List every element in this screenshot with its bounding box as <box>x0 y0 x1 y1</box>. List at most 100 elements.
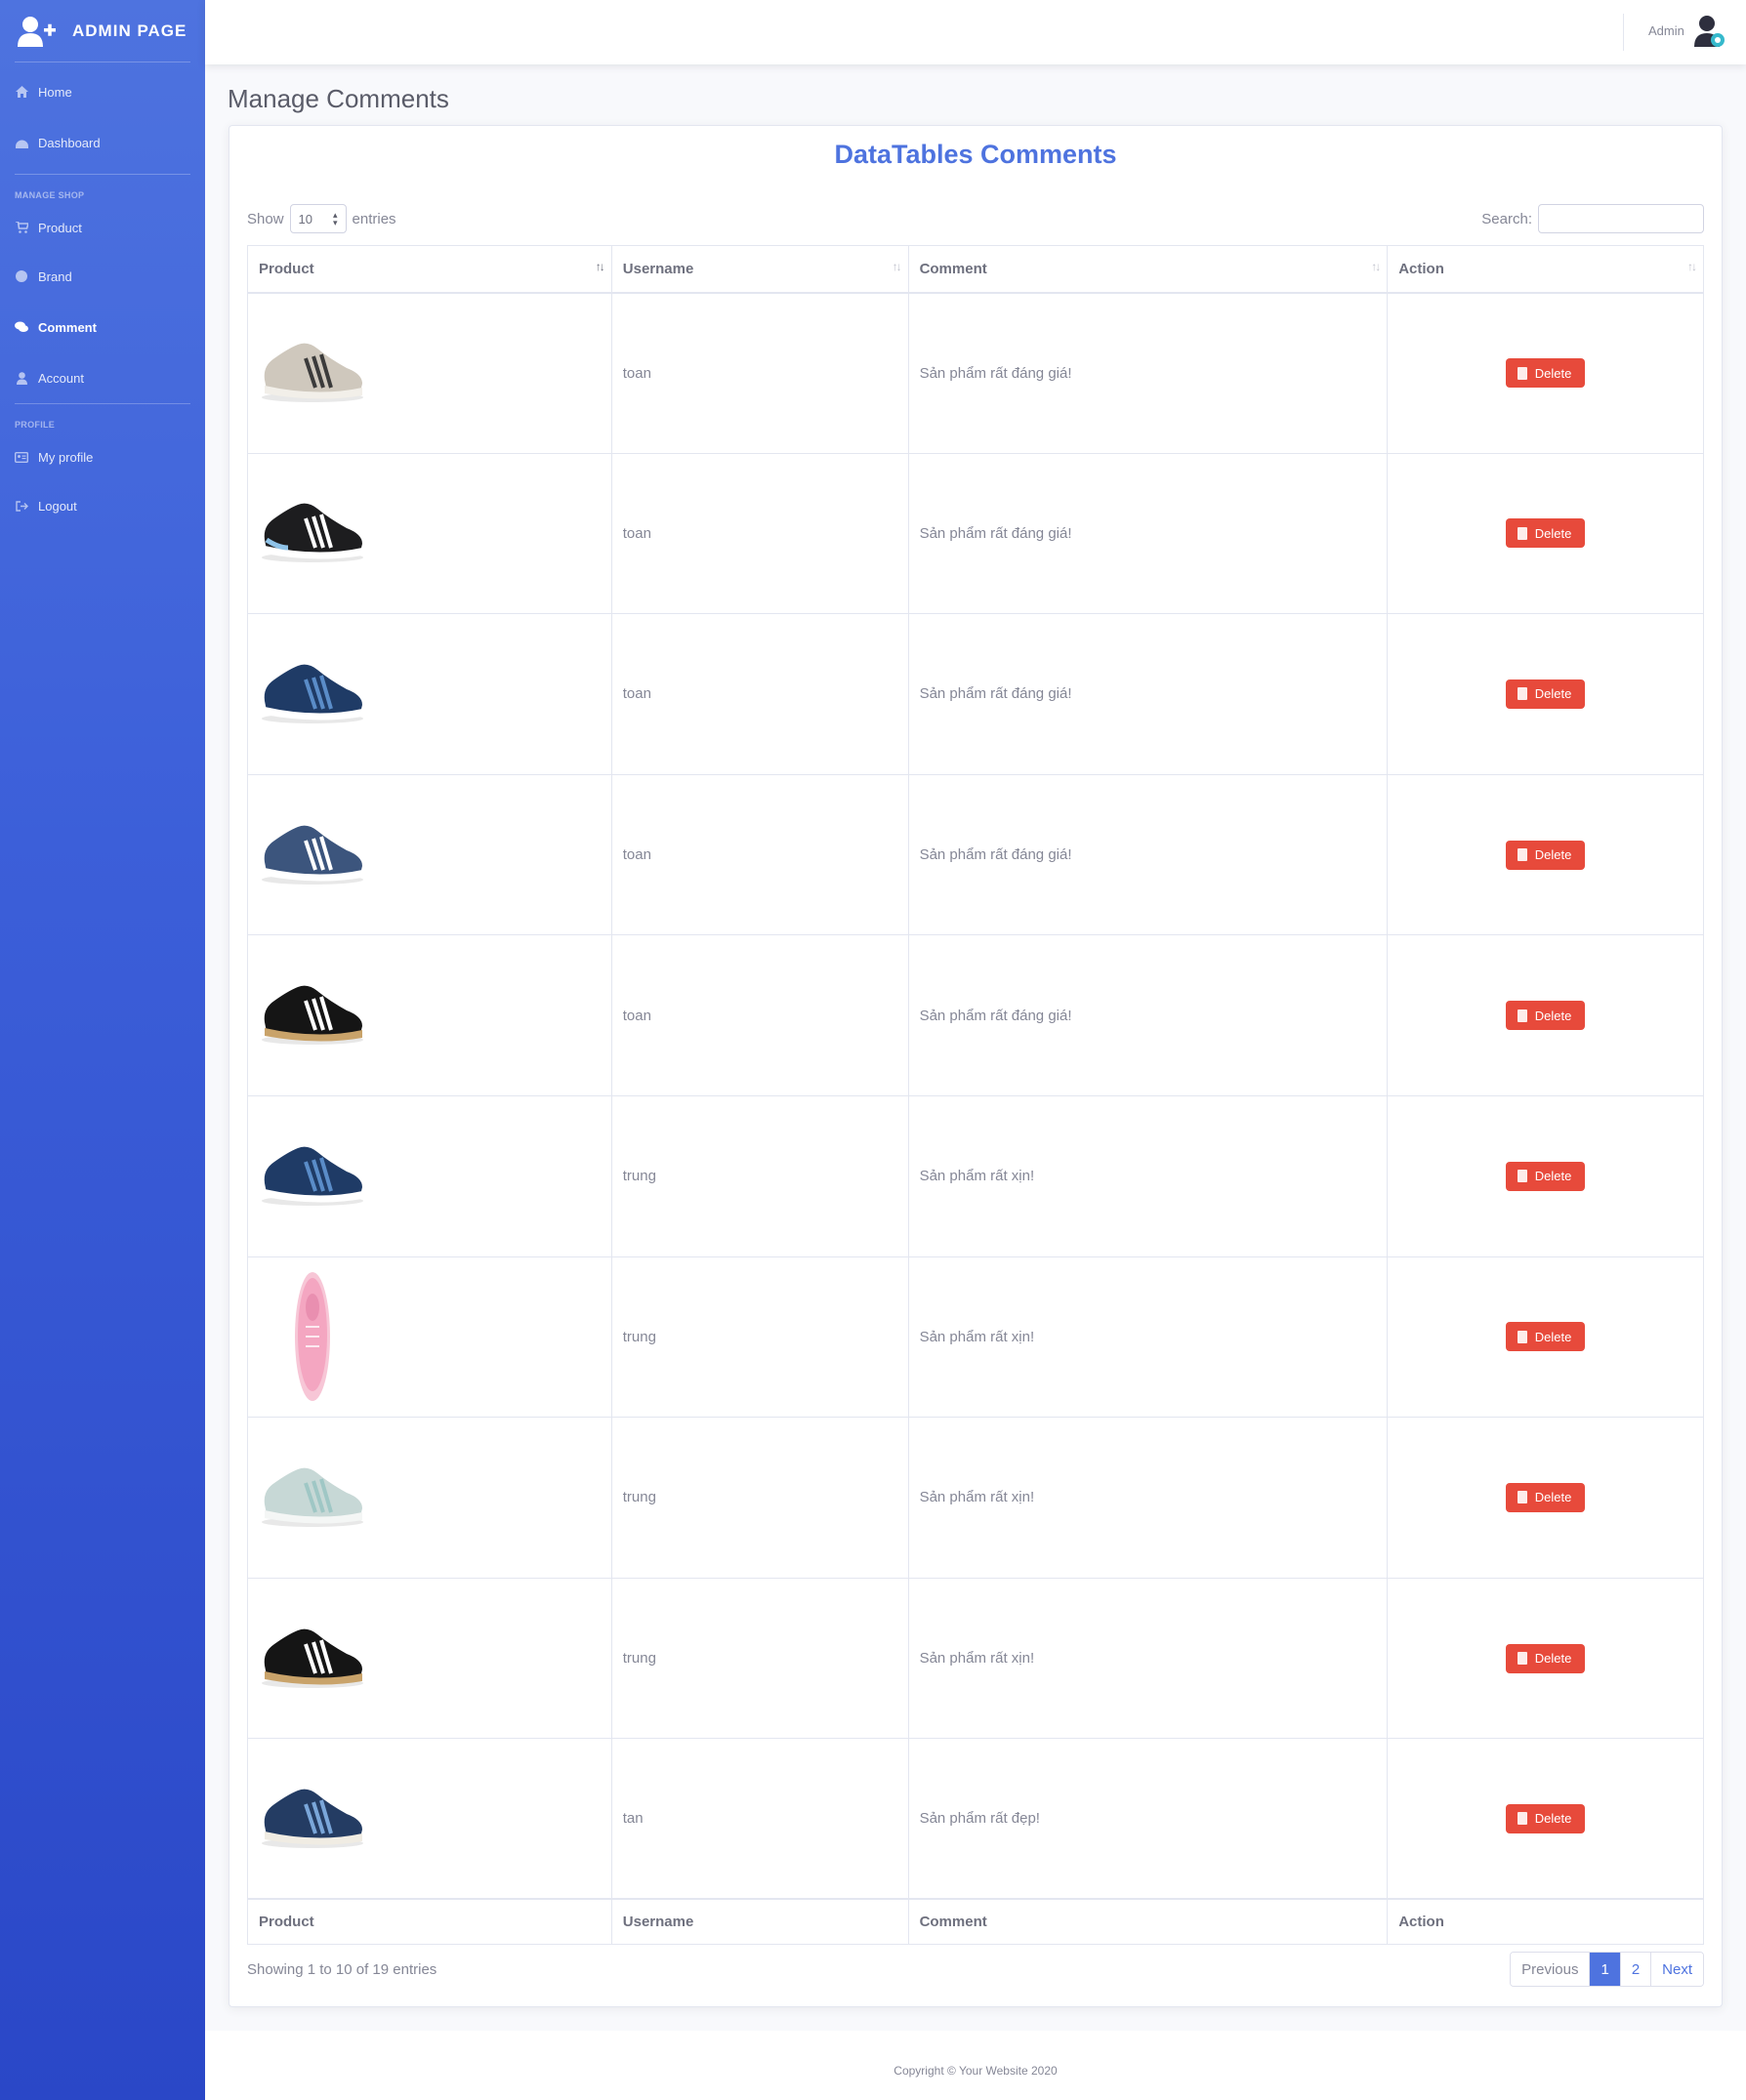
delete-button[interactable]: Delete <box>1505 518 1586 549</box>
delete-button[interactable]: Delete <box>1505 358 1586 389</box>
delete-button[interactable]: Delete <box>1505 840 1586 870</box>
sidebar-heading-profile: PROFILE <box>15 420 56 430</box>
delete-button[interactable]: Delete <box>1505 1643 1586 1673</box>
product-image <box>259 1123 601 1230</box>
table-row: trung Sản phẩm rất xịn! Delete <box>247 1417 1704 1579</box>
avatar[interactable] <box>1691 14 1728 51</box>
comments-table: Product ↑↓ Username ↑↓ Comment ↑↓ Action ↑↓ … <box>247 245 1704 1945</box>
table-footer-row: Product Username Comment Action <box>247 1898 1704 1945</box>
delete-button-label: Delete <box>1534 686 1572 702</box>
id-card-icon <box>15 450 28 464</box>
sidebar-item-my-profile[interactable]: My profile <box>0 433 205 480</box>
product-image <box>259 1268 601 1405</box>
trash-icon <box>1517 526 1527 540</box>
entries-select[interactable]: 10 ▴ ▾ <box>289 204 347 233</box>
search-control: Search: <box>1481 204 1704 233</box>
username-cell: toan <box>610 452 909 615</box>
product-image <box>259 1444 601 1551</box>
delete-button[interactable]: Delete <box>1505 1803 1586 1833</box>
show-label: Show <box>247 210 284 227</box>
column-header-username[interactable]: Username ↑↓ <box>610 245 909 294</box>
column-header-action[interactable]: Action ↑↓ <box>1387 245 1704 294</box>
username-cell: toan <box>610 934 909 1096</box>
search-input[interactable] <box>1538 204 1704 233</box>
delete-button-label: Delete <box>1534 847 1572 863</box>
trash-icon <box>1517 1812 1527 1826</box>
product-cell <box>247 613 612 775</box>
topbar-divider <box>1623 14 1624 51</box>
sidebar-item-home[interactable]: Home <box>0 66 205 117</box>
action-cell: Delete <box>1387 1256 1704 1419</box>
delete-button[interactable]: Delete <box>1505 679 1586 709</box>
delete-button-label: Delete <box>1534 365 1572 381</box>
action-cell: Delete <box>1387 934 1704 1096</box>
action-cell: Delete <box>1387 1738 1704 1900</box>
sidebar-item-label: My profile <box>38 449 94 465</box>
pagination: Previous 1 2 Next <box>1510 1952 1704 1987</box>
product-image <box>259 319 601 427</box>
delete-button-label: Delete <box>1534 1651 1572 1667</box>
column-header-label: Comment <box>919 260 987 277</box>
product-image <box>259 802 601 909</box>
sidebar-item-label: Logout <box>38 498 77 514</box>
username-cell: toan <box>610 613 909 775</box>
user-icon <box>15 371 28 385</box>
sidebar-item-comment[interactable]: Comment <box>0 302 205 352</box>
footer: Copyright © Your Website 2020 <box>205 2031 1746 2100</box>
page-title: Manage Comments <box>228 84 449 113</box>
product-cell <box>247 452 612 615</box>
search-label: Search: <box>1481 210 1532 227</box>
previous-button[interactable]: Previous <box>1511 1953 1590 1986</box>
delete-button[interactable]: Delete <box>1505 1001 1586 1031</box>
sidebar-item-label: Dashboard <box>38 135 101 150</box>
sidebar-item-brand[interactable]: Brand <box>0 251 205 302</box>
table-row: tan Sản phẩm rất đẹp! Delete <box>247 1738 1704 1900</box>
entries-label: entries <box>352 210 396 227</box>
sidebar-item-account[interactable]: Account <box>0 352 205 403</box>
username-cell: tan <box>610 1738 909 1900</box>
circle-icon <box>15 269 28 283</box>
column-header-comment[interactable]: Comment ↑↓ <box>907 245 1389 294</box>
trash-icon <box>1517 1330 1527 1343</box>
next-button[interactable]: Next <box>1650 1953 1703 1986</box>
page-button-1[interactable]: 1 <box>1589 1953 1620 1986</box>
delete-button[interactable]: Delete <box>1505 1482 1586 1512</box>
delete-button[interactable]: Delete <box>1505 1322 1586 1352</box>
table-row: toan Sản phẩm rất đáng giá! Delete <box>247 452 1704 615</box>
sidebar-brand[interactable]: ADMIN PAGE <box>0 0 205 62</box>
product-cell <box>247 1417 612 1579</box>
sidebar-item-product[interactable]: Product <box>0 204 205 251</box>
user-name[interactable]: Admin <box>1648 23 1684 38</box>
entries-select-value: 10 <box>298 211 312 226</box>
sidebar-item-dashboard[interactable]: Dashboard <box>0 117 205 168</box>
sort-icon: ↑↓ <box>892 260 902 273</box>
comments-icon <box>15 320 28 334</box>
sidebar-heading-shop: MANAGE SHOP <box>15 190 85 200</box>
select-arrows-icon: ▴ ▾ <box>333 210 338 227</box>
delete-button-label: Delete <box>1534 1169 1572 1184</box>
sidebar-item-label: Account <box>38 370 84 386</box>
card-title: DataTables Comments <box>834 140 1117 169</box>
length-control: Show 10 ▴ ▾ entries <box>247 204 396 233</box>
delete-button[interactable]: Delete <box>1505 1161 1586 1191</box>
action-cell: Delete <box>1387 613 1704 775</box>
comments-card: DataTables Comments Show 10 ▴ ▾ entries S… <box>229 125 1723 2007</box>
product-cell <box>247 292 612 454</box>
sidebar-item-logout[interactable]: Logout <box>0 480 205 531</box>
sort-icon: ↑↓ <box>1371 260 1381 273</box>
table-row: toan Sản phẩm rất đáng giá! Delete <box>247 292 1704 454</box>
comment-cell: Sản phẩm rất đáng giá! <box>907 292 1389 454</box>
table-row: trung Sản phẩm rất xịn! Delete <box>247 1256 1704 1419</box>
table-row: trung Sản phẩm rất xịn! Delete <box>247 1577 1704 1740</box>
delete-button-label: Delete <box>1534 525 1572 541</box>
brand-title: ADMIN PAGE <box>72 21 187 40</box>
page-button-2[interactable]: 2 <box>1619 1953 1651 1986</box>
column-header-product[interactable]: Product ↑↓ <box>247 245 612 294</box>
username-cell: toan <box>610 773 909 936</box>
username-cell: trung <box>610 1256 909 1419</box>
cart-icon <box>15 221 28 234</box>
trash-icon <box>1517 1652 1527 1666</box>
product-cell <box>247 1738 612 1900</box>
sidebar-item-label: Product <box>38 220 82 235</box>
comment-cell: Sản phẩm rất xịn! <box>907 1256 1389 1419</box>
